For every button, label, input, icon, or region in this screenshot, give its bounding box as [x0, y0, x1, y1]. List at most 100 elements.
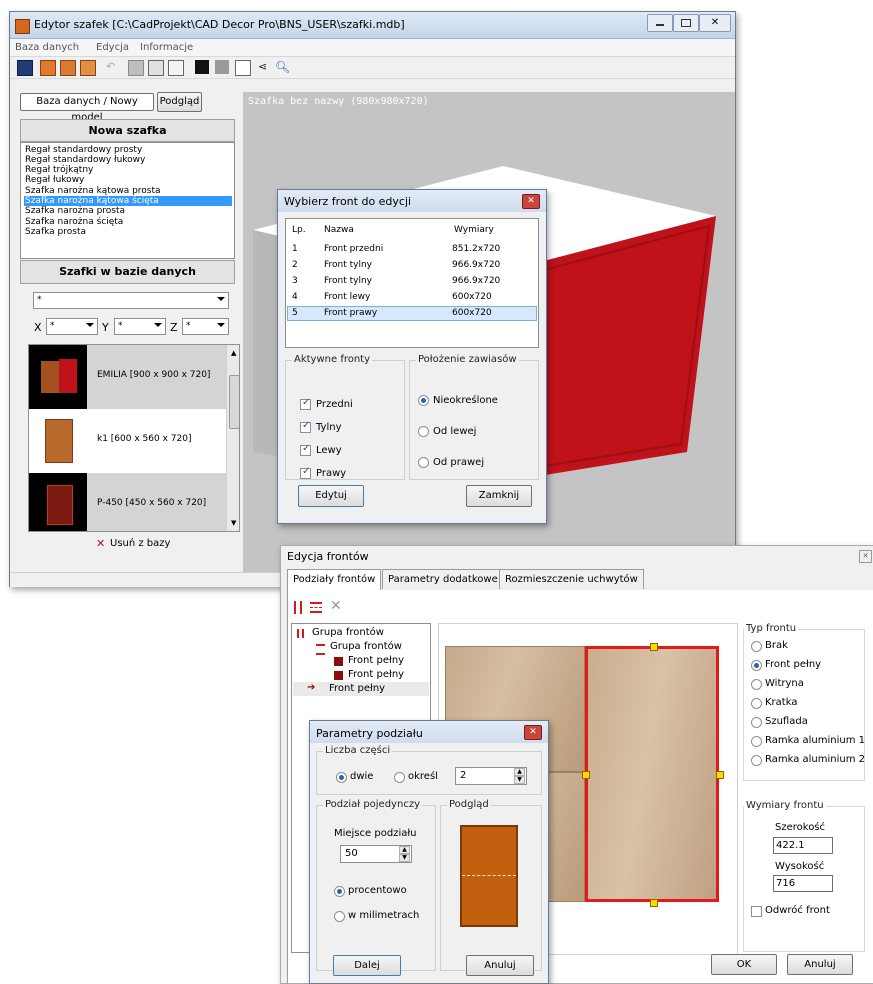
stepper-down-icon[interactable]: ▼	[399, 854, 410, 862]
ok-button[interactable]: OK	[711, 954, 777, 975]
copy-cabinet-icon[interactable]	[80, 60, 96, 76]
list-item[interactable]: Regał standardowy prosty	[24, 145, 232, 155]
close-icon[interactable]: ✕	[859, 550, 872, 563]
close-icon[interactable]: ✕	[522, 194, 540, 209]
radio-type-ramka-1[interactable]	[751, 736, 762, 747]
maximize-button[interactable]	[673, 14, 699, 32]
table-row[interactable]: 3 Front tylny 966.9x720	[287, 274, 537, 289]
checkbox-front[interactable]	[300, 397, 311, 410]
solid-render-icon[interactable]	[195, 60, 209, 74]
print-icon[interactable]	[60, 60, 76, 76]
width-field[interactable]: 422.1	[773, 837, 833, 854]
radio-two[interactable]	[336, 772, 347, 783]
tree-item[interactable]: Front pełny	[348, 669, 404, 680]
split-horizontal-icon[interactable]	[310, 602, 322, 613]
radio-type-brak[interactable]	[751, 641, 762, 652]
radio-type-ramka-2[interactable]	[751, 755, 762, 766]
close-button[interactable]: Zamknij	[466, 485, 532, 507]
flip-front-checkbox[interactable]	[751, 906, 762, 917]
list-item[interactable]: Szafka narożna prosta	[24, 206, 232, 216]
checkbox-back[interactable]	[300, 420, 311, 433]
tab-parametry-dodatkowe[interactable]: Parametry dodatkowe	[382, 569, 504, 589]
front-panel-right-selected[interactable]	[585, 646, 719, 902]
radio-hinge-undefined[interactable]	[418, 395, 429, 406]
filter-combo[interactable]: *	[33, 292, 229, 309]
menu-informacje[interactable]: Informacje	[140, 42, 193, 53]
tree-item[interactable]: Front pełny	[348, 655, 404, 666]
close-icon[interactable]: ✕	[699, 14, 731, 32]
radio-type-kratka[interactable]	[751, 698, 762, 709]
radio-percent[interactable]	[334, 886, 345, 897]
db-cabinet-list[interactable]: EMILIA [900 x 900 x 720] k1 [600 x 560 x…	[28, 344, 240, 532]
radio-type-szuflada[interactable]	[751, 717, 762, 728]
delete-split-icon[interactable]: ✕	[330, 598, 342, 614]
cancel-button[interactable]: Anuluj	[466, 955, 534, 976]
checkbox-right[interactable]	[300, 466, 311, 479]
list-item[interactable]: EMILIA [900 x 900 x 720]	[29, 345, 226, 409]
remove-from-db-button[interactable]: ✕ Usuń z bazy	[90, 537, 190, 553]
resize-handle[interactable]	[582, 771, 590, 779]
table-row[interactable]: 2 Front tylny 966.9x720	[287, 258, 537, 273]
edit-button[interactable]: Edytuj	[298, 485, 364, 507]
radio-hinge-right[interactable]	[418, 457, 429, 468]
share-icon[interactable]: ⋖	[258, 60, 272, 74]
stepper-up-icon[interactable]: ▲	[399, 846, 410, 854]
list-item[interactable]: Szafka narożna ścięta	[24, 217, 232, 227]
front-view-icon[interactable]	[128, 60, 144, 76]
minimize-button[interactable]	[647, 14, 673, 32]
resize-handle[interactable]	[716, 771, 724, 779]
stepper-up-icon[interactable]: ▲	[514, 768, 525, 776]
cancel-button[interactable]: Anuluj	[787, 954, 853, 975]
height-field[interactable]: 716	[773, 875, 833, 892]
menu-baza-danych[interactable]: Baza danych	[15, 42, 79, 53]
tab-podzialy-frontow[interactable]: Podziały frontów	[287, 569, 382, 591]
y-combo[interactable]: *	[114, 318, 166, 335]
table-row-selected[interactable]: 5 Front prawy 600x720	[287, 306, 537, 321]
list-item[interactable]: Regał łukowy	[24, 175, 232, 185]
close-icon[interactable]: ✕	[524, 725, 542, 740]
list-item[interactable]: k1 [600 x 560 x 720]	[29, 409, 226, 473]
tab-database-new-model[interactable]: Baza danych / Nowy model	[20, 93, 154, 123]
z-combo[interactable]: *	[182, 318, 229, 335]
x-combo[interactable]: *	[46, 318, 98, 335]
list-item[interactable]: Szafka prosta	[24, 227, 232, 237]
radio-hinge-left[interactable]	[418, 426, 429, 437]
wire-render-icon[interactable]	[235, 60, 251, 76]
side-view-icon[interactable]	[148, 60, 164, 76]
new-cabinet-icon[interactable]	[40, 60, 56, 76]
list-item[interactable]: Regał standardowy łukowy	[24, 155, 232, 165]
list-item[interactable]: Szafka narożna kątowa prosta	[24, 186, 232, 196]
menu-edycja[interactable]: Edycja	[96, 42, 129, 53]
top-view-icon[interactable]	[168, 60, 184, 76]
db-list-scrollbar[interactable]: ▲ ▼	[226, 345, 239, 531]
split-place-stepper[interactable]: 50 ▲ ▼	[340, 845, 412, 863]
list-item-selected[interactable]: Szafka narożna kątowa ścięta	[24, 196, 232, 206]
new-cabinet-list[interactable]: Regał standardowy prosty Regał standardo…	[20, 142, 235, 259]
stepper-down-icon[interactable]: ▼	[514, 776, 525, 784]
fronts-table[interactable]: Lp. Nazwa Wymiary 1 Front przedni 851.2x…	[285, 218, 539, 348]
table-row[interactable]: 4 Front lewy 600x720	[287, 290, 537, 305]
checkbox-left[interactable]	[300, 443, 311, 456]
tab-rozmieszczenie-uchwytow[interactable]: Rozmieszczenie uchwytów	[499, 569, 644, 589]
tree-item[interactable]: Grupa frontów	[312, 627, 384, 638]
table-row[interactable]: 1 Front przedni 851.2x720	[287, 242, 537, 257]
list-item[interactable]: P-450 [450 x 560 x 720]	[29, 473, 226, 531]
list-item[interactable]: Regał trójkątny	[24, 165, 232, 175]
undo-icon[interactable]: ↶	[106, 60, 120, 74]
radio-millimeters[interactable]	[334, 911, 345, 922]
radio-specify[interactable]	[394, 772, 405, 783]
tab-preview[interactable]: Podgląd	[157, 92, 202, 112]
resize-handle[interactable]	[650, 899, 658, 907]
resize-handle[interactable]	[650, 643, 658, 651]
save-icon[interactable]	[17, 60, 33, 76]
zoom-icon[interactable]: 🔍︎	[275, 60, 290, 74]
radio-type-witryna[interactable]	[751, 679, 762, 690]
radio-type-front-pelny[interactable]	[751, 660, 762, 671]
next-button[interactable]: Dalej	[333, 955, 401, 976]
split-vertical-icon[interactable]	[294, 601, 302, 614]
scroll-thumb[interactable]	[229, 375, 239, 429]
parts-count-stepper[interactable]: 2 ▲ ▼	[455, 767, 527, 785]
gray-render-icon[interactable]	[215, 60, 229, 74]
tree-item-selected[interactable]: ➔ Front pełny	[293, 682, 429, 696]
tree-item[interactable]: Grupa frontów	[330, 641, 402, 652]
